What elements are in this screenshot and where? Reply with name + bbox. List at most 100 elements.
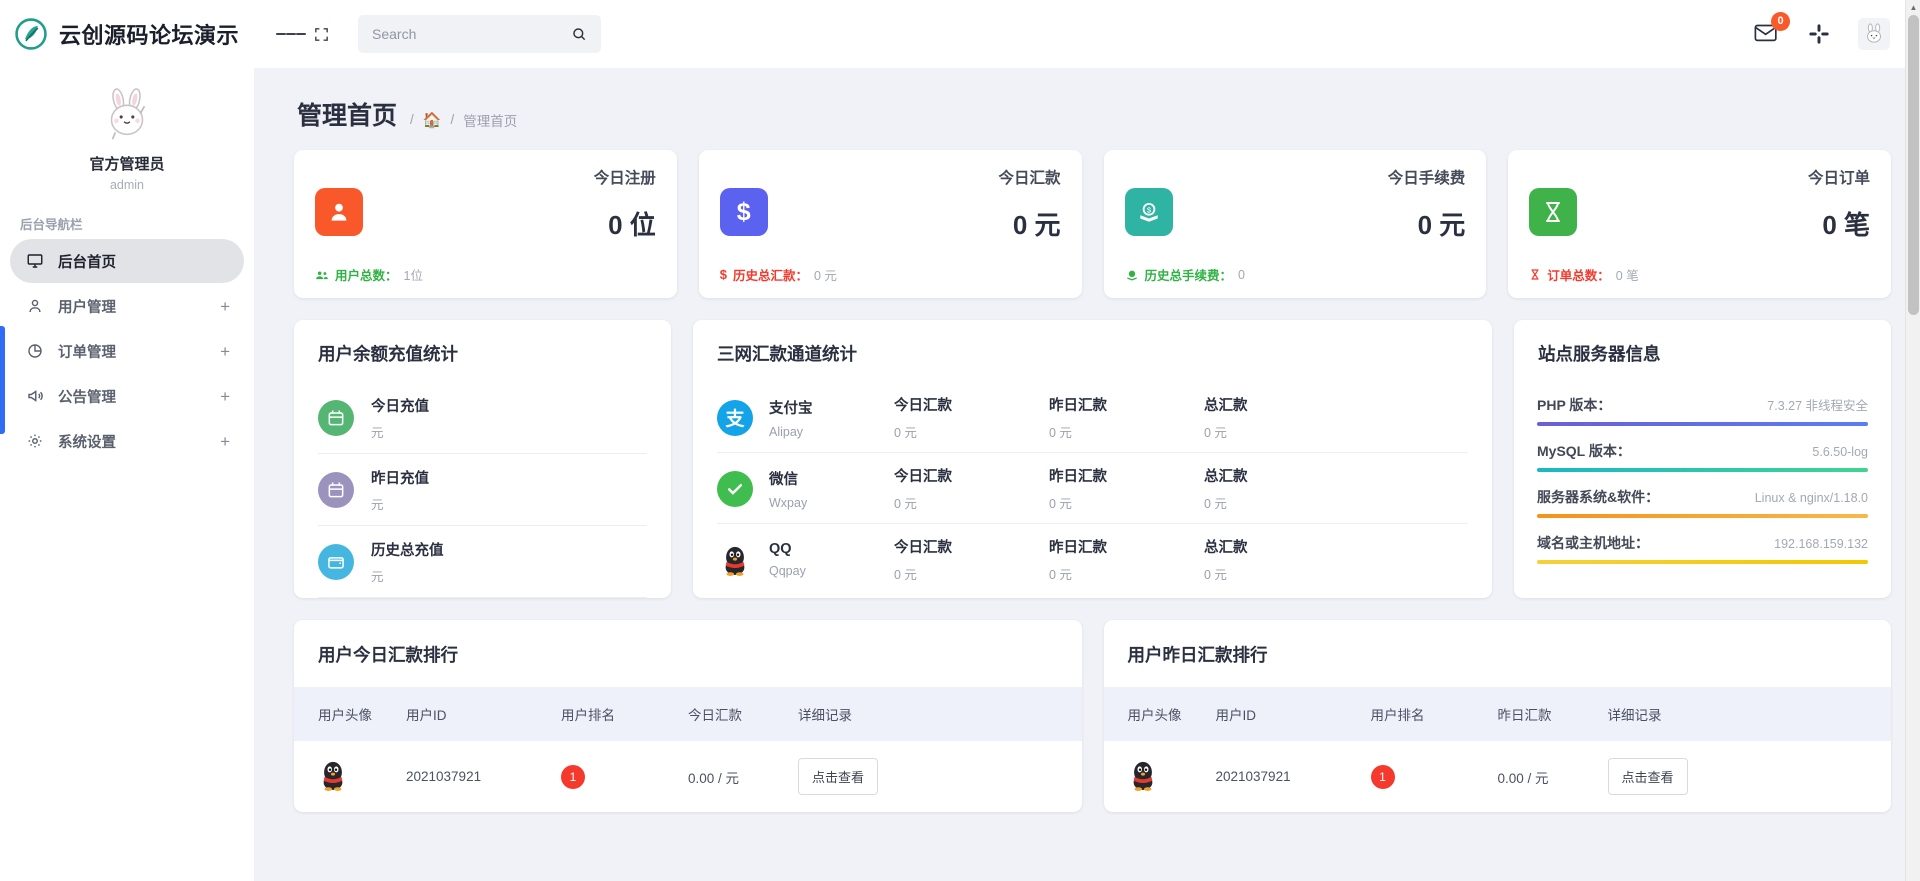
middle-row: 用户余额充值统计 今日充值 元 昨日充值 元 历史总充值 元 三网汇款通道统计 … [282, 320, 1903, 598]
coin-deposit-icon: $ [1124, 188, 1173, 236]
search-box[interactable] [358, 15, 601, 53]
channel-metric-value: 0 元 [1204, 426, 1227, 440]
sidebar-expand-users[interactable]: + [220, 298, 232, 315]
breadcrumb-sep-2: / [450, 112, 455, 127]
col-detail: 详细记录 [1607, 708, 1662, 723]
server-info-panel: 站点服务器信息 PHP 版本： 7.3.27 非线程安全 MySQL 版本： 5… [1514, 320, 1891, 598]
yesterday-ranking-title: 用户昨日汇款排行 [1127, 645, 1268, 665]
scroll-up-arrow[interactable]: ▲ [1906, 0, 1920, 15]
balance-item-unit: 元 [371, 498, 384, 512]
channel-metric-label: 今日汇款 [894, 540, 952, 556]
sidebar-expand-orders[interactable]: + [220, 343, 232, 360]
brand-name: 云创源码论坛演示 [59, 23, 240, 48]
balance-item-name: 历史总充值 [371, 543, 444, 559]
server-key: 域名或主机地址： [1537, 535, 1649, 551]
channel-metric-label: 昨日汇款 [1049, 469, 1107, 485]
apps-button[interactable] [1804, 19, 1834, 49]
scrollbar-thumb[interactable] [1908, 15, 1919, 315]
sidebar-item-announcements[interactable]: 公告管理 + [10, 374, 244, 418]
server-item-os: 服务器系统&软件： Linux & nginx/1.18.0 [1537, 487, 1868, 518]
channel-row-alipay: 支 支付宝 Alipay 今日汇款 0 元 昨日汇款 0 元 总汇款 0 元 [717, 382, 1468, 453]
stat-value: 0 笔 [1822, 210, 1870, 240]
sidebar-label-settings: 系统设置 [58, 434, 116, 451]
balance-item-total: 历史总充值 元 [318, 526, 647, 598]
hourglass-small-icon [1531, 269, 1539, 280]
messages-button[interactable]: 0 [1754, 11, 1790, 48]
page-scrollbar[interactable]: ▲ [1905, 0, 1920, 881]
profile-role: admin [109, 178, 145, 192]
stat-card-remittance: $ 今日汇款 0 元 $ 历史总汇款： 0 元 [698, 150, 1082, 298]
fullscreen-button[interactable] [306, 19, 336, 49]
sidebar-expand-settings[interactable]: + [220, 433, 232, 450]
home-icon[interactable]: 🏠 [423, 111, 442, 129]
table-header-row: 用户头像 用户ID 用户排名 今日汇款 详细记录 [294, 687, 1082, 741]
sidebar-label-announcements: 公告管理 [58, 389, 116, 406]
menu-toggle-button[interactable] [276, 19, 306, 49]
channel-row-wechat: 微信 Wxpay 今日汇款 0 元 昨日汇款 0 元 总汇款 0 元 [717, 453, 1468, 524]
col-rank: 用户排名 [561, 708, 615, 723]
server-item-mysql: MySQL 版本： 5.6.50-log [1537, 441, 1868, 472]
col-amount: 今日汇款 [688, 708, 742, 723]
page-header: 管理首页 / 🏠 / 管理首页 [282, 68, 1903, 150]
user-card-icon [315, 188, 363, 236]
search-input[interactable] [372, 26, 571, 42]
server-panel-title: 站点服务器信息 [1538, 344, 1661, 364]
today-ranking-title: 用户今日汇款排行 [318, 645, 458, 665]
pie-chart-icon [28, 344, 42, 358]
channel-sub: Wxpay [769, 495, 808, 510]
cell-rank: 1 [1370, 741, 1498, 812]
yesterday-ranking-table: 用户头像 用户ID 用户排名 昨日汇款 详细记录 2021037921 1 0.… [1103, 687, 1891, 812]
user-avatar-button[interactable] [1858, 18, 1890, 50]
breadcrumb-current[interactable]: 管理首页 [463, 110, 517, 130]
channel-metric-value: 0 元 [1049, 497, 1072, 511]
rank-badge: 1 [1370, 764, 1395, 789]
today-ranking-table: 用户头像 用户ID 用户排名 今日汇款 详细记录 2021037921 1 0.… [294, 687, 1082, 812]
balance-item-unit: 元 [371, 570, 384, 584]
sidebar: 云创源码论坛演示 官方管理员 admin 后台导航栏 后台首页 用户管理 + 订… [0, 0, 254, 881]
qq-penguin-icon [717, 542, 753, 578]
balance-panel-title: 用户余额充值统计 [318, 344, 458, 364]
view-detail-button[interactable]: 点击查看 [798, 758, 879, 795]
sidebar-item-users[interactable]: 用户管理 + [10, 284, 244, 328]
cell-amount: 0.00 / 元 [688, 770, 740, 786]
rabbit-avatar [1867, 23, 1881, 43]
megaphone-icon [28, 390, 43, 402]
sidebar-label-dashboard: 后台首页 [58, 254, 116, 271]
stat-card-orders: 今日订单 0 笔 订单总数： 0 笔 [1508, 150, 1891, 298]
brand[interactable]: 云创源码论坛演示 [0, 0, 254, 68]
view-detail-button[interactable]: 点击查看 [1607, 758, 1688, 795]
rankings-row: 用户今日汇款排行 用户头像 用户ID 用户排名 今日汇款 详细记录 202103… [282, 620, 1903, 812]
server-item-php: PHP 版本： 7.3.27 非线程安全 [1537, 395, 1868, 426]
stat-label: 今日汇款 [998, 170, 1061, 187]
sidebar-label-orders: 订单管理 [58, 344, 116, 361]
breadcrumb-sep-1: / [410, 112, 414, 127]
rabbit-avatar [110, 88, 146, 140]
col-avatar: 用户头像 [318, 708, 372, 723]
balance-item-yesterday: 昨日充值 元 [318, 454, 647, 526]
channel-sub: Qqpay [769, 564, 806, 578]
balance-item-unit: 元 [371, 426, 384, 440]
channel-metric-value: 0 元 [1049, 426, 1072, 440]
sidebar-item-settings[interactable]: 系统设置 + [10, 419, 244, 463]
stat-label: 今日注册 [593, 170, 656, 187]
sidebar-item-orders[interactable]: 订单管理 + [10, 329, 244, 373]
stat-foot-label: 历史总汇款： [732, 269, 808, 283]
cell-rank: 1 [561, 741, 688, 812]
channel-metric-label: 今日汇款 [894, 469, 952, 485]
hourglass-icon [1529, 188, 1578, 236]
sidebar-active-indicator [0, 326, 5, 434]
stat-label: 今日订单 [1807, 170, 1870, 187]
yesterday-ranking-table-card: 用户昨日汇款排行 用户头像 用户ID 用户排名 昨日汇款 详细记录 202103… [1103, 620, 1891, 812]
cell-avatar [1104, 741, 1216, 812]
profile: 官方管理员 admin [0, 68, 254, 192]
search-icon[interactable] [571, 26, 587, 42]
sidebar-expand-announcements[interactable]: + [220, 388, 232, 405]
calendar-yesterday-icon [318, 472, 354, 508]
table-header-row: 用户头像 用户ID 用户排名 昨日汇款 详细记录 [1103, 687, 1891, 741]
cell-avatar [294, 741, 406, 812]
server-value: 192.168.159.132 [1774, 537, 1868, 551]
sidebar-item-dashboard[interactable]: 后台首页 [10, 239, 244, 283]
cell-user-id: 2021037921 [1215, 769, 1291, 784]
channel-panel-title: 三网汇款通道统计 [717, 344, 857, 364]
stat-card-registrations: 今日注册 0 位 用户总数： 1位 [294, 150, 677, 298]
